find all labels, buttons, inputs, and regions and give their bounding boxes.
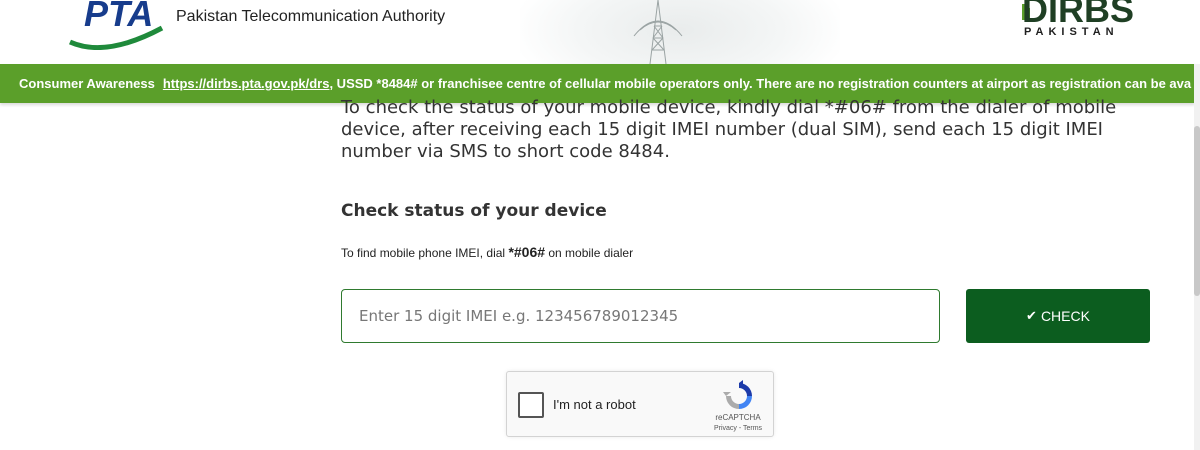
imei-hint: To find mobile phone IMEI, dial *#06# on… [341, 244, 633, 260]
pta-logo: PTA [68, 0, 164, 50]
banner-label: Consumer Awareness [19, 76, 155, 91]
recaptcha-brand: reCAPTCHA [715, 413, 761, 422]
hint-suffix: on mobile dialer [545, 246, 634, 260]
hint-code: *#06# [508, 244, 546, 260]
recaptcha-icon [723, 380, 752, 409]
recaptcha-widget: I'm not a robot reCAPTCHA Privacy - Term… [506, 371, 774, 437]
imei-input[interactable] [341, 289, 940, 343]
intro-instructions: To check the status of your mobile devic… [341, 97, 1117, 162]
check-button[interactable]: ✔ CHECK [966, 289, 1150, 343]
recaptcha-label: I'm not a robot [553, 397, 636, 412]
banner-text: , USSD *8484# or franchisee centre of ce… [329, 76, 1192, 91]
authority-name: Pakistan Telecommunication Authority [176, 8, 446, 25]
hint-prefix: To find mobile phone IMEI, dial [341, 246, 509, 260]
recaptcha-terms-link[interactable]: Privacy - Terms [703, 425, 773, 432]
telecom-tower-icon [633, 0, 683, 64]
section-title: Check status of your device [341, 201, 607, 221]
scrollbar-thumb[interactable] [1194, 126, 1200, 296]
check-mark-icon: ✔ [1026, 308, 1037, 323]
dirbs-subtitle: PAKISTAN [1024, 26, 1119, 38]
drs-link[interactable]: https://dirbs.pta.gov.pk/drs [163, 76, 330, 91]
pta-logo-text: PTA [84, 0, 153, 34]
site-header: PTA Pakistan Telecommunication Authority… [0, 0, 1200, 64]
recaptcha-checkbox[interactable] [518, 392, 544, 418]
check-button-label: CHECK [1040, 308, 1090, 324]
